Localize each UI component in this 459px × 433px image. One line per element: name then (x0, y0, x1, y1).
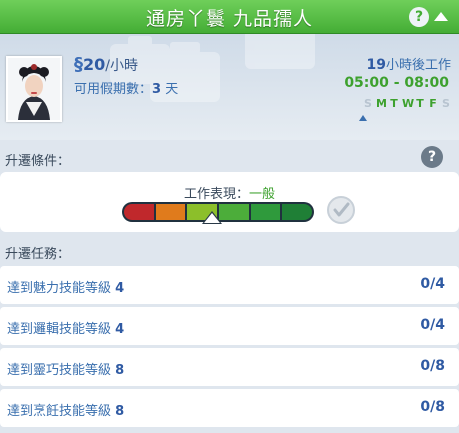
task-prefix: 達到邏輯技能等級 (7, 322, 116, 337)
task-row: 達到靈巧技能等級 8 0/8 (0, 348, 459, 386)
task-text: 達到烹飪技能等級 8 (7, 400, 124, 419)
vacation-days: 可用假期數：3 天 (74, 78, 178, 97)
meter-segment (124, 204, 154, 220)
vacation-count: 3 (152, 82, 162, 97)
task-progress: 0/8 (420, 399, 445, 415)
pay-unit: /小時 (105, 58, 138, 74)
task-text: 達到邏輯技能等級 4 (7, 318, 124, 337)
meter-pointer-icon (204, 213, 221, 223)
work-days: S M T W T F S (363, 97, 451, 110)
performance-panel: 工作表現：一般 (0, 172, 459, 232)
meter-segment (219, 204, 249, 220)
task-row: 達到烹飪技能等級 8 0/8 (0, 389, 459, 427)
next-work-hours: 19 (366, 57, 386, 73)
task-text: 達到靈巧技能等級 8 (7, 359, 124, 378)
task-prefix: 達到靈巧技能等級 (7, 363, 116, 378)
day-thu: T (416, 97, 424, 110)
sim-avatar (6, 56, 62, 122)
day-sun: S (364, 97, 372, 110)
vacation-unit: 天 (161, 82, 179, 97)
chevron-up-icon[interactable] (434, 12, 448, 21)
job-info-panel: §20/小時 可用假期數：3 天 19小時後工作 05:00 - 08:00 S… (0, 34, 459, 140)
task-progress: 0/4 (420, 317, 445, 333)
task-level: 4 (115, 281, 125, 296)
day-fri: F (429, 97, 437, 110)
help-button[interactable]: ? (409, 7, 429, 27)
task-prefix: 達到烹飪技能等級 (7, 404, 116, 419)
promotion-requirements-label: 升遷條件： (5, 154, 71, 169)
performance-label: 工作表現：一般 (0, 183, 459, 202)
portrait-icon (8, 58, 60, 120)
task-level: 4 (115, 322, 125, 337)
meter-segment (250, 204, 281, 220)
task-progress: 0/4 (420, 276, 445, 292)
day-wed: W (402, 97, 415, 110)
day-sat: S (442, 97, 450, 110)
check-icon (327, 196, 355, 224)
career-header: 通房丫鬟 九品孺人 ? (0, 0, 459, 34)
task-level: 8 (115, 363, 125, 378)
work-schedule: 05:00 - 08:00 (344, 75, 449, 91)
today-marker-icon (359, 115, 367, 121)
next-work-time: 19小時後工作 (367, 54, 452, 73)
meter-segment (155, 204, 186, 220)
task-prefix: 達到魅力技能等級 (7, 281, 116, 296)
pay-value: 20 (83, 55, 106, 74)
task-progress: 0/8 (420, 358, 445, 374)
career-title: 通房丫鬟 九品孺人 (145, 8, 314, 30)
task-row: 達到魅力技能等級 4 0/4 (0, 266, 459, 304)
simoleon-icon: § (74, 54, 83, 75)
task-text: 達到魅力技能等級 4 (7, 277, 124, 296)
pay-rate: §20/小時 (74, 54, 138, 75)
checkmark-icon (333, 202, 350, 217)
performance-value: 一般 (249, 187, 276, 202)
task-level: 8 (115, 404, 125, 419)
promotion-tasks-label: 升遷任務： (5, 247, 71, 262)
day-tue: T (390, 97, 398, 110)
meter-segment (282, 204, 313, 220)
task-row: 達到邏輯技能等級 4 0/4 (0, 307, 459, 345)
performance-label-text: 工作表現： (183, 187, 249, 202)
next-work-suffix: 小時後工作 (385, 58, 451, 73)
requirements-help-button[interactable]: ? (421, 146, 443, 168)
vacation-label: 可用假期數： (74, 82, 153, 97)
day-mon: M (376, 97, 387, 110)
